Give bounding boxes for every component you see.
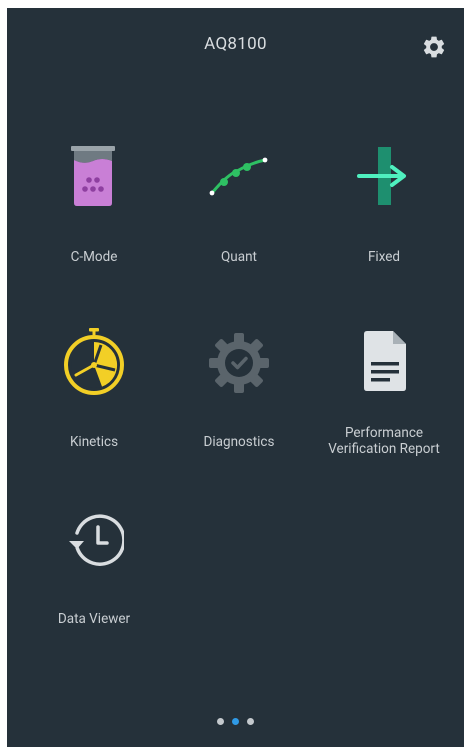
tile-label-line: Performance xyxy=(344,425,424,441)
tile-label: Quant xyxy=(221,249,257,265)
stopwatch-icon xyxy=(64,328,124,398)
tile-data-viewer[interactable]: Data Viewer xyxy=(19,505,169,645)
tile-label: Data Viewer xyxy=(57,611,131,627)
history-icon xyxy=(64,505,126,575)
tile-label: Performance Verification Report xyxy=(309,425,459,457)
beaker-icon xyxy=(64,143,124,213)
tile-label: Diagnostics xyxy=(203,434,275,450)
tile-kinetics[interactable]: Kinetics xyxy=(19,328,169,468)
document-icon xyxy=(354,328,414,398)
tile-label: C-Mode xyxy=(70,249,118,265)
tile-label: Kinetics xyxy=(69,434,119,450)
tile-label-line: Verification Report xyxy=(328,441,440,457)
page-indicator[interactable] xyxy=(7,710,464,725)
tile-label: Fixed xyxy=(367,249,401,265)
tile-performance-verification-report[interactable]: Performance Verification Report xyxy=(309,328,459,468)
curve-icon xyxy=(209,143,269,213)
fixed-arrow-icon xyxy=(354,143,414,213)
tile-diagnostics[interactable]: Diagnostics xyxy=(164,328,314,468)
tile-c-mode[interactable]: C-Mode xyxy=(19,143,169,283)
tile-fixed[interactable]: Fixed xyxy=(309,143,459,283)
tile-quant[interactable]: Quant xyxy=(164,143,314,283)
app-screen: AQ8100 C-Mode Quant Fixed Kinetics Diagn… xyxy=(7,8,464,747)
settings-gear-icon[interactable] xyxy=(421,34,447,60)
page-dot[interactable] xyxy=(246,718,254,725)
app-title: AQ8100 xyxy=(204,34,267,54)
page-dot[interactable] xyxy=(217,718,225,725)
page-dot-active[interactable] xyxy=(232,718,239,725)
gear-check-icon xyxy=(209,328,269,398)
